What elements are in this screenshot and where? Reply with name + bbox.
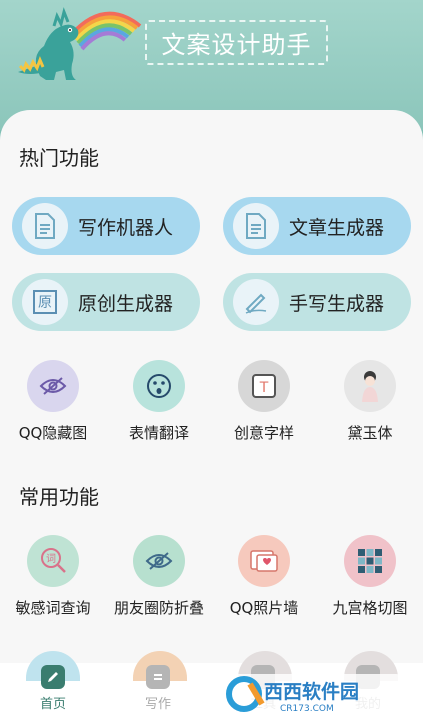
sensitive-word-query-label: 敏感词查询 [15,599,91,617]
eye-hidden-icon [133,535,185,587]
home-pen-icon [41,665,65,689]
letter-t-icon: T [238,360,290,412]
document-icon [22,203,68,249]
qq-hidden-image-item[interactable]: QQ隐藏图 [3,360,103,443]
moments-anti-fold-item[interactable]: 朋友圈防折叠 [109,535,209,618]
watermark-domain: CR173.COM [280,704,334,714]
rainbow-icon [70,11,142,51]
word-search-icon: 词 [27,535,79,587]
photo-wall-icon [238,535,290,587]
tab-home-label: 首页 [39,697,66,712]
document-icon [233,203,279,249]
qq-photo-wall-label: QQ照片墙 [229,599,299,617]
emoji-face-icon [133,360,185,412]
emoji-translate-item[interactable]: 表情翻译 [109,360,209,443]
moments-anti-fold-label: 朋友圈防折叠 [113,599,204,617]
qq-hidden-image-label: QQ隐藏图 [18,424,88,442]
creative-lettering-item[interactable]: T 创意字样 [214,360,314,443]
handwriting-generator-button[interactable]: 手写生成器 [223,273,411,331]
handwriting-generator-label: 手写生成器 [289,292,385,315]
watermark-text: 西西软件园 [264,680,359,703]
emoji-translate-label: 表情翻译 [128,424,189,442]
eye-hidden-icon [27,360,79,412]
svg-text:原: 原 [38,295,52,311]
main-content-card: 热门功能 写作机器人 文章生成器 原 原创生成器 手写生成器 QQ隐藏图 表情翻… [0,110,423,670]
tab-writing[interactable]: 写作 [123,665,193,712]
writing-robot-label: 写作机器人 [78,216,174,239]
watermark-logo: 西西软件园 CR173.COM [222,674,402,714]
daiyu-font-label: 黛玉体 [347,424,393,442]
original-stamp-icon: 原 [22,279,68,325]
tab-home[interactable]: 首页 [18,665,88,712]
pen-icon [233,279,279,325]
portrait-icon [344,360,396,412]
hot-section-title: 热门功能 [19,146,99,170]
nine-grid-cut-item[interactable]: 九宫格切图 [320,535,420,618]
nine-grid-cut-label: 九宫格切图 [332,599,408,617]
svg-text:词: 词 [46,553,56,565]
app-title: 文案设计助手 [145,20,328,65]
article-generator-label: 文章生成器 [289,216,385,239]
sensitive-word-query-item[interactable]: 词 敏感词查询 [3,535,103,618]
tab-writing-label: 写作 [144,697,171,712]
common-section-title: 常用功能 [19,485,99,509]
writing-robot-button[interactable]: 写作机器人 [12,197,200,255]
original-generator-label: 原创生成器 [78,292,174,315]
svg-text:T: T [259,380,269,396]
creative-lettering-label: 创意字样 [233,424,294,442]
dinosaur-illustration [18,7,142,81]
qq-photo-wall-item[interactable]: QQ照片墙 [214,535,314,618]
original-generator-button[interactable]: 原 原创生成器 [12,273,200,331]
writing-doc-icon [146,665,170,689]
daiyu-font-item[interactable]: 黛玉体 [320,360,420,443]
grid-icon [344,535,396,587]
article-generator-button[interactable]: 文章生成器 [223,197,411,255]
